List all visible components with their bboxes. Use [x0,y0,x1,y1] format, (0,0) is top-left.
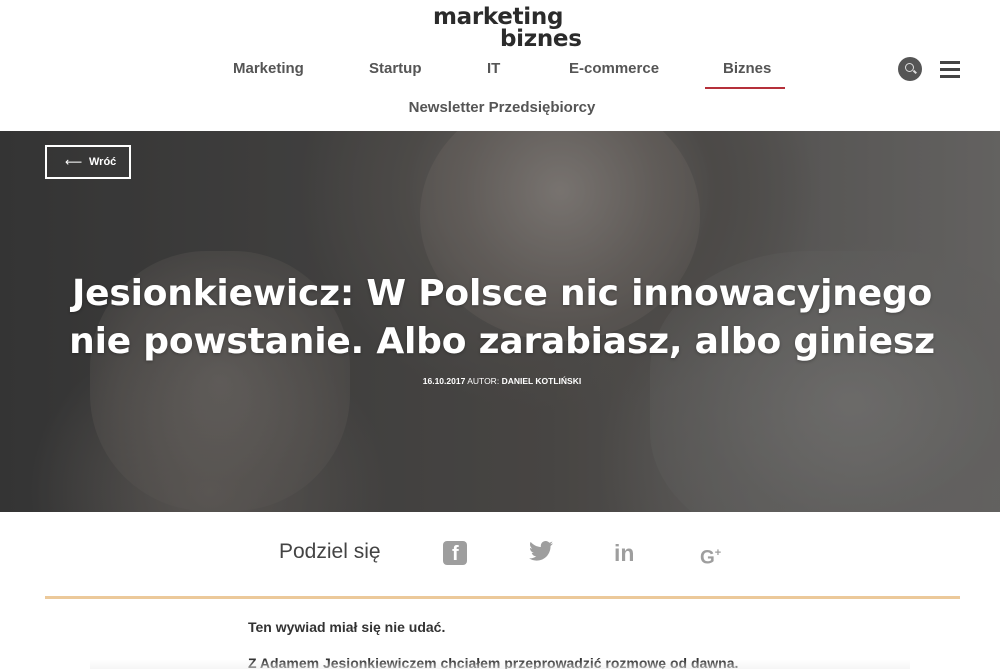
article-paragraph: Ten wywiad miał się nie udać. [248,619,446,635]
twitter-icon[interactable] [529,541,553,565]
article-meta: 16.10.2017 AUTOR: DANIEL KOTLIŃSKI [0,376,1000,386]
share-label: Podziel się [279,540,381,563]
site-logo[interactable]: marketing biznes [433,4,582,52]
logo-text-line2: biznes [500,26,582,52]
back-button-label: Wróć [89,156,117,168]
author-label: AUTOR: [467,376,500,386]
google-plus-icon[interactable]: G+ [700,541,724,568]
nav-item-it[interactable]: IT [487,60,500,77]
linkedin-icon[interactable]: in [614,541,638,565]
facebook-icon[interactable]: f [443,541,467,565]
article-date: 16.10.2017 [422,376,466,386]
back-button[interactable]: ⟵ Wróć [45,145,131,179]
arrow-left-icon: ⟵ [65,155,83,169]
nav-item-ecommerce[interactable]: E-commerce [569,60,659,77]
site-header: marketing biznes Marketing Startup IT E-… [0,0,1000,130]
share-divider [45,596,960,599]
nav-item-newsletter[interactable]: Newsletter Przedsiębiorcy [0,99,1000,116]
article-author[interactable]: DANIEL KOTLIŃSKI [502,376,582,386]
search-icon[interactable] [898,57,922,81]
hamburger-menu-icon[interactable] [940,61,960,78]
nav-active-indicator [705,87,785,89]
nav-item-marketing[interactable]: Marketing [233,60,304,77]
nav-item-biznes[interactable]: Biznes [723,60,771,77]
nav-item-startup[interactable]: Startup [369,60,422,77]
article-title: Jesionkiewicz: W Polsce nic innowacyjneg… [69,273,935,362]
